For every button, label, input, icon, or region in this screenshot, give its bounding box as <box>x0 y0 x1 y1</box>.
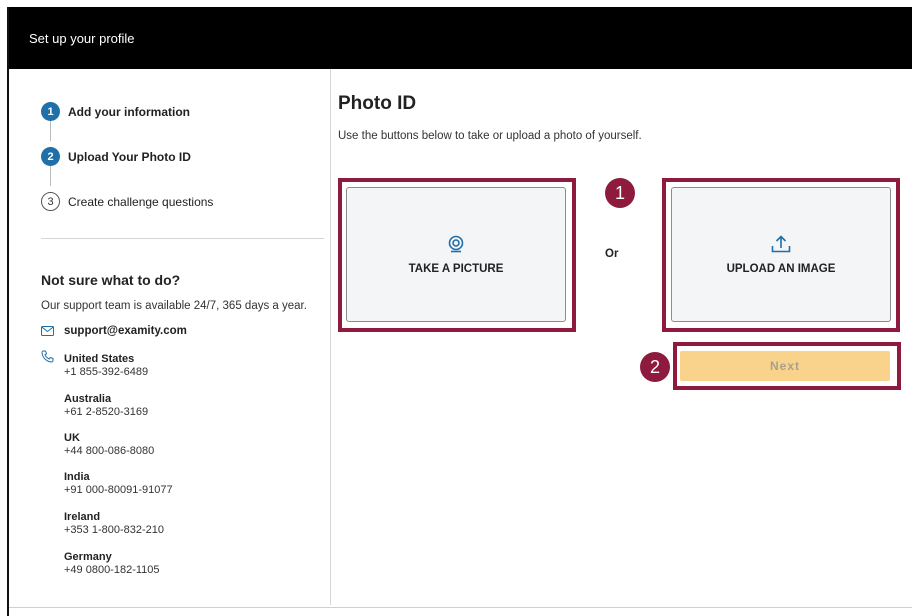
step-number: 2 <box>41 147 60 166</box>
upload-icon <box>771 234 791 252</box>
page-header-title: Set up your profile <box>29 31 135 46</box>
contact-phone[interactable]: +61 2-8520-3169 <box>64 406 148 419</box>
sidebar: 1 Add your information 2 Upload Your Pho… <box>17 69 331 605</box>
or-separator: Or <box>605 248 619 260</box>
contact-uk: UK +44 800-086-8080 <box>64 432 154 458</box>
page-subtitle: Use the buttons below to take or upload … <box>338 130 642 142</box>
take-picture-label: TAKE A PICTURE <box>408 262 504 275</box>
contact-phone[interactable]: +1 855-392-6489 <box>64 366 148 379</box>
contact-country: Ireland <box>64 511 101 523</box>
mail-icon <box>41 326 54 336</box>
contact-country: Germany <box>64 551 112 563</box>
footer-divider <box>9 607 912 608</box>
contact-country: India <box>64 471 90 483</box>
contact-phone[interactable]: +49 0800-182-1105 <box>64 564 160 577</box>
webcam-icon <box>448 235 464 252</box>
next-button[interactable]: Next <box>680 351 890 381</box>
contact-ireland: Ireland +353 1-800-832-210 <box>64 511 164 537</box>
contact-india: India +91 000-80091-91077 <box>64 471 173 497</box>
step-challenge-questions[interactable]: 3 Create challenge questions <box>41 192 213 211</box>
contact-phone[interactable]: +91 000-80091-91077 <box>64 484 173 497</box>
sidebar-divider <box>41 238 324 239</box>
help-text: Our support team is available 24/7, 365 … <box>41 300 307 312</box>
step-label: Create challenge questions <box>68 194 214 209</box>
step-label: Upload Your Photo ID <box>68 149 191 164</box>
step-number: 1 <box>41 102 60 121</box>
contact-united-states: United States +1 855-392-6489 <box>64 353 148 379</box>
support-email[interactable]: support@examity.com <box>41 325 187 337</box>
step-label: Add your information <box>68 104 190 119</box>
take-picture-button[interactable]: TAKE A PICTURE <box>346 187 566 322</box>
annotation-badge-2: 2 <box>640 352 670 382</box>
contact-country: UK <box>64 432 80 444</box>
step-number: 3 <box>41 192 60 211</box>
contact-phone[interactable]: +44 800-086-8080 <box>64 445 154 458</box>
contact-phone[interactable]: +353 1-800-832-210 <box>64 524 164 537</box>
contact-country: United States <box>64 353 135 365</box>
phone-icon <box>41 350 54 363</box>
header-bar: Set up your profile <box>9 7 912 69</box>
page-title: Photo ID <box>338 93 417 114</box>
contact-country: Australia <box>64 393 112 405</box>
support-email-text: support@examity.com <box>64 325 187 337</box>
contact-germany: Germany +49 0800-182-1105 <box>64 551 160 577</box>
upload-image-label: UPLOAD AN IMAGE <box>726 262 836 275</box>
upload-image-button[interactable]: UPLOAD AN IMAGE <box>671 187 891 322</box>
annotation-badge-1: 1 <box>605 178 635 208</box>
contact-australia: Australia +61 2-8520-3169 <box>64 393 148 419</box>
help-title: Not sure what to do? <box>41 272 181 288</box>
step-upload-photo-id[interactable]: 2 Upload Your Photo ID <box>41 147 191 166</box>
step-add-information[interactable]: 1 Add your information <box>41 102 190 121</box>
